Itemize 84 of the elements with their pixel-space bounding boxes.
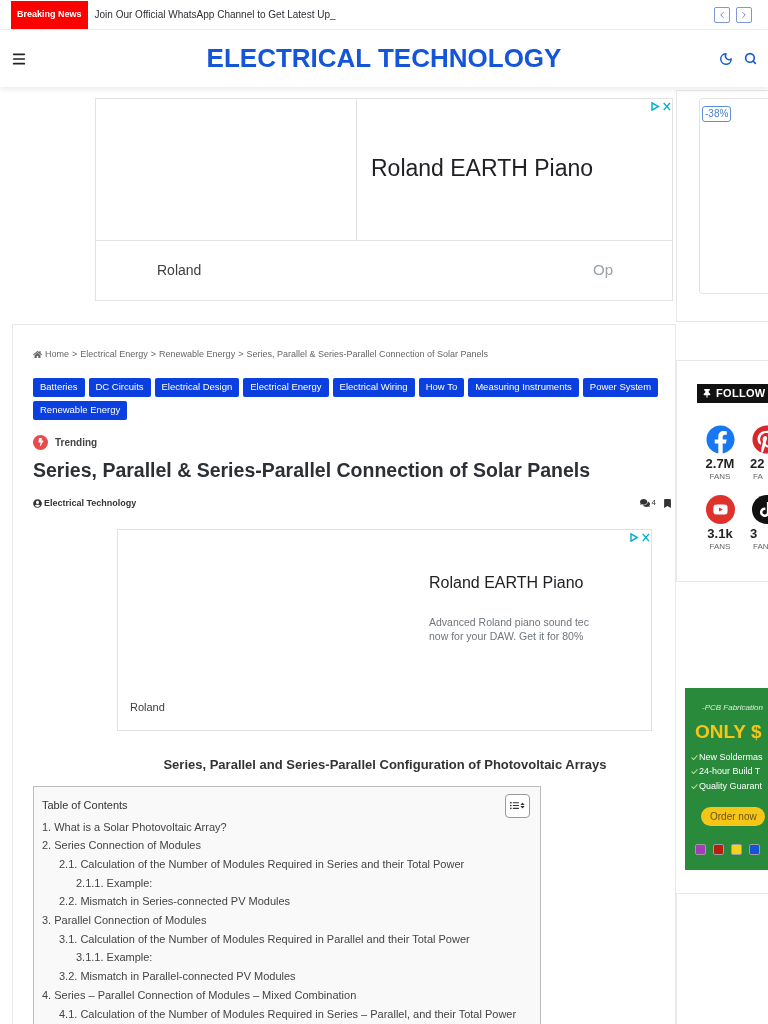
ad-feature: Quality Guarant <box>699 779 763 793</box>
toc-link[interactable]: 2. Series Connection of Modules <box>42 836 201 855</box>
category-tag[interactable]: Electrical Energy <box>243 377 329 397</box>
fan-label: FANS <box>709 542 731 552</box>
ad-choices-icon[interactable] <box>630 533 650 542</box>
breadcrumb-separator: > <box>238 348 244 361</box>
toc-link[interactable]: 2.1.1. Example: <box>76 873 153 893</box>
dark-mode-icon[interactable] <box>719 51 733 66</box>
lightning-bolt-icon <box>33 434 48 450</box>
facebook-icon[interactable] <box>705 425 735 454</box>
breadcrumb-current: Series, Parallel & Series-Parallel Connection of Solar Panels <box>246 348 489 361</box>
toc-link[interactable]: 3. Parallel Connection of Modules <box>42 911 207 930</box>
discount-badge: -38% <box>702 106 732 122</box>
ad-tagline: -PCB Fabrication <box>702 702 764 714</box>
ad-advertiser: Roland <box>157 261 202 280</box>
breadcrumb-separator: > <box>150 348 157 361</box>
tiktok-icon[interactable] <box>752 495 768 524</box>
home-icon <box>33 350 42 360</box>
pcb-ad-banner[interactable]: -PCB Fabrication ONLY $ New Soldermas 24-hour Build T Quality Guarant Order now <box>685 688 768 870</box>
toc-link[interactable]: 4. Series – Parallel Connection of Modules – Mixed Combination <box>42 985 357 1005</box>
article-title: Series, Parallel & Series-Parallel Connection of Solar Panels <box>33 457 592 483</box>
trending-label: Trending <box>55 435 98 450</box>
ad-description: Advanced Roland piano sound tec now for your DAW. Get it for 80% <box>429 615 590 643</box>
ad-banner[interactable]: Roland EARTH Piano Roland Op <box>95 98 673 301</box>
breadcrumb-separator: > <box>72 348 78 361</box>
toc-link[interactable]: 1. What is a Solar Photovoltaic Array? <box>42 817 227 837</box>
toc-link[interactable]: 2.2. Mismatch in Series-connected PV Modules <box>59 892 291 911</box>
ad-headline: Roland EARTH Piano <box>429 573 585 593</box>
next-button[interactable] <box>736 6 752 23</box>
category-tag[interactable]: DC Circuits <box>88 377 151 397</box>
toc-title: Table of Contents <box>42 798 128 814</box>
check-icon <box>691 783 698 789</box>
breadcrumb-link[interactable]: Electrical Energy <box>80 348 148 362</box>
fan-count: 3 <box>750 526 758 542</box>
category-tag[interactable]: Measuring Instruments <box>468 377 579 397</box>
category-tag[interactable]: Batteries <box>33 377 85 397</box>
ad-advertiser: Roland <box>130 699 166 715</box>
chevron-left-icon <box>717 9 727 20</box>
comments-icon <box>639 498 650 509</box>
category-tag[interactable]: Electrical Design <box>154 377 240 397</box>
check-icon <box>691 754 698 760</box>
author-link[interactable]: Electrical Technology <box>44 496 137 510</box>
fan-label: FA <box>753 472 763 482</box>
category-tag[interactable]: How To <box>418 377 465 397</box>
breadcrumb-link[interactable]: Home <box>45 348 69 362</box>
fan-count: 3.1k <box>707 526 733 542</box>
fan-label: FANS <box>709 472 731 482</box>
user-icon <box>33 498 42 508</box>
follow-heading: FOLLOW <box>716 386 766 402</box>
breadcrumb-link[interactable]: Renewable Energy <box>159 348 236 362</box>
order-now-button[interactable]: Order now <box>701 806 765 826</box>
ad-choices-icon[interactable] <box>651 102 671 111</box>
ad-headline: Roland EARTH Piano <box>371 154 595 183</box>
pin-icon <box>703 389 711 398</box>
search-icon[interactable] <box>744 52 757 65</box>
toc-link[interactable]: 4.1. Calculation of the Number of Modules Required in Series – Parallel, and their Total Power <box>59 1004 517 1024</box>
news-ticker-headline[interactable]: Join Our Official WhatsApp Channel to Get Latest Up_ <box>94 7 336 22</box>
ad-feature: 24-hour Build T <box>699 765 761 778</box>
sort-caret-icon <box>520 802 525 809</box>
figure-caption: Series, Parallel and Series-Parallel Configuration of Photovoltaic Arrays <box>162 756 608 774</box>
toc-link[interactable]: 3.1.1. Example: <box>76 948 153 968</box>
bookmark-icon[interactable] <box>664 498 671 508</box>
category-tag[interactable]: Renewable Energy <box>33 400 128 420</box>
toc-toggle-button[interactable] <box>505 793 530 818</box>
comment-count[interactable]: 4 <box>651 497 656 510</box>
fan-label: FAN <box>753 542 768 552</box>
fan-count: 22 <box>750 456 765 472</box>
toc-link[interactable]: 2.1. Calculation of the Number of Modules Required in Series and their Total Power <box>59 854 465 874</box>
list-icon <box>510 801 519 810</box>
ad-feature: New Soldermas <box>699 750 763 764</box>
ad-headline: ONLY $ <box>695 720 763 744</box>
category-tag[interactable]: Power System <box>582 377 659 397</box>
category-tag[interactable]: Electrical Wiring <box>332 377 415 397</box>
toc-link[interactable]: 3.1. Calculation of the Number of Modules Required in Parallel and their Total Power <box>59 929 470 949</box>
pinterest-icon[interactable] <box>752 425 768 454</box>
ad-banner[interactable]: Roland EARTH Piano Advanced Roland piano sound tec now for your DAW. Get it for 80% Roland <box>117 529 652 731</box>
fan-count: 2.7M <box>705 456 735 472</box>
toc-link[interactable]: 3.2. Mismatch in Parallel-connected PV Modules <box>59 967 296 986</box>
site-logo[interactable]: ELECTRICAL TECHNOLOGY <box>206 39 562 78</box>
youtube-icon[interactable] <box>705 495 735 524</box>
breaking-news-label: Breaking News <box>11 0 88 29</box>
chevron-right-icon <box>739 9 749 20</box>
previous-button[interactable] <box>714 6 730 23</box>
check-icon <box>691 769 698 775</box>
